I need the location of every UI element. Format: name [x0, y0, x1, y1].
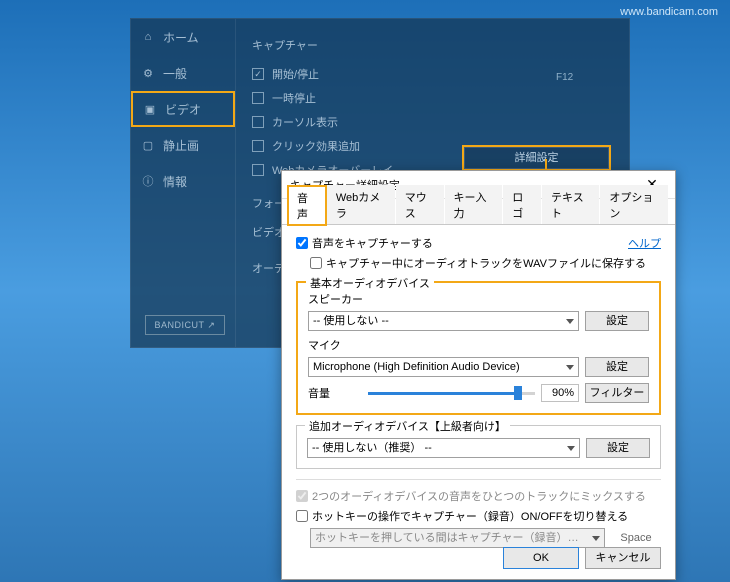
dialog-tabs: 音声 Webカメラ マウス キー入力 ロゴ テキスト オプション — [282, 201, 675, 225]
option-label: クリック効果追加 — [272, 138, 360, 154]
capture-audio-checkbox[interactable]: 音声をキャプチャーする — [296, 235, 661, 251]
hotkey-key-display: Space — [611, 532, 661, 544]
tab-mouse[interactable]: マウス — [396, 185, 444, 224]
capture-section-label: キャプチャー — [252, 37, 613, 53]
speaker-select[interactable]: -- 使用しない -- — [308, 311, 579, 331]
tab-webcam[interactable]: Webカメラ — [327, 185, 395, 224]
volume-label: 音量 — [308, 385, 362, 401]
mic-select[interactable]: Microphone (High Definition Audio Device… — [308, 357, 579, 377]
sidebar-item-home[interactable]: ⌂ ホーム — [131, 19, 235, 55]
additional-device-select[interactable]: -- 使用しない（推奨） -- — [307, 438, 580, 458]
mic-label: マイク — [308, 337, 649, 353]
gear-icon: ⚙ — [141, 66, 155, 80]
speaker-label: スピーカー — [308, 291, 649, 307]
option-label: カーソル表示 — [272, 114, 338, 130]
bandicut-link[interactable]: BANDICUT ↗ — [145, 315, 225, 335]
dialog-body: ヘルプ 音声をキャプチャーする キャプチャー中にオーディオトラックをWAVファイ… — [282, 225, 675, 556]
cancel-button[interactable]: キャンセル — [585, 547, 661, 569]
info-icon: ⓘ — [141, 174, 155, 188]
checkbox-label: ホットキーの操作でキャプチャー（録音）ON/OFFを切り替える — [312, 508, 628, 524]
tab-logo[interactable]: ロゴ — [503, 185, 541, 224]
sidebar-item-screenshot[interactable]: ▢ 静止画 — [131, 127, 235, 163]
sidebar-item-video[interactable]: ▣ ビデオ — [131, 91, 235, 127]
image-icon: ▢ — [141, 138, 155, 152]
volume-slider[interactable] — [368, 386, 535, 400]
sidebar: ⌂ ホーム ⚙ 一般 ▣ ビデオ ▢ 静止画 ⓘ 情報 BANDICUT ↗ — [131, 19, 236, 347]
checkbox-input[interactable] — [310, 257, 322, 269]
checkbox-icon: ✓ — [252, 68, 264, 80]
tab-keyinput[interactable]: キー入力 — [445, 185, 503, 224]
checkbox-icon — [252, 164, 264, 176]
checkbox-label: キャプチャー中にオーディオトラックをWAVファイルに保存する — [326, 255, 646, 271]
tab-option[interactable]: オプション — [600, 185, 668, 224]
hotkey-display: F12 — [556, 72, 573, 83]
checkbox-input[interactable] — [296, 237, 308, 249]
basic-audio-group: 基本オーディオデバイス スピーカー -- 使用しない -- 設定 マイク Mic… — [296, 281, 661, 415]
watermark: www.bandicam.com — [620, 6, 718, 18]
capture-option-pause[interactable]: 一時停止 — [252, 87, 613, 109]
filter-button[interactable]: フィルター — [585, 383, 649, 403]
advanced-settings-button[interactable]: 詳細設定 — [464, 147, 609, 169]
tab-text[interactable]: テキスト — [542, 185, 599, 224]
sidebar-item-label: ビデオ — [165, 101, 201, 118]
mic-settings-button[interactable]: 設定 — [585, 357, 649, 377]
option-label: 開始/停止 — [272, 66, 319, 82]
checkbox-icon — [252, 92, 264, 104]
sidebar-item-label: 一般 — [163, 65, 187, 82]
hotkey-toggle-checkbox[interactable]: ホットキーの操作でキャプチャー（録音）ON/OFFを切り替える — [296, 508, 661, 524]
option-label: 一時停止 — [272, 90, 316, 106]
sidebar-item-label: 静止画 — [163, 137, 199, 154]
checkbox-input[interactable] — [296, 490, 308, 502]
checkbox-icon — [252, 116, 264, 128]
mix-two-checkbox[interactable]: 2つのオーディオデバイスの音声をひとつのトラックにミックスする — [296, 488, 661, 504]
tab-audio[interactable]: 音声 — [288, 186, 326, 225]
checkbox-icon — [252, 140, 264, 152]
checkbox-input[interactable] — [296, 510, 308, 522]
video-icon: ▣ — [143, 102, 157, 116]
speaker-settings-button[interactable]: 設定 — [585, 311, 649, 331]
dialog-footer: OK キャンセル — [503, 547, 661, 569]
sidebar-item-label: 情報 — [163, 173, 187, 190]
hotkey-mode-select[interactable]: ホットキーを押している間はキャプチャー（録音）する — [310, 528, 605, 548]
group-legend: 追加オーディオデバイス【上級者向け】 — [305, 418, 510, 434]
additional-settings-button[interactable]: 設定 — [586, 438, 650, 458]
volume-value: 90% — [541, 384, 579, 402]
sidebar-item-general[interactable]: ⚙ 一般 — [131, 55, 235, 91]
group-legend: 基本オーディオデバイス — [306, 275, 434, 291]
save-wav-checkbox[interactable]: キャプチャー中にオーディオトラックをWAVファイルに保存する — [310, 255, 661, 271]
checkbox-label: 2つのオーディオデバイスの音声をひとつのトラックにミックスする — [312, 488, 646, 504]
sidebar-item-info[interactable]: ⓘ 情報 — [131, 163, 235, 199]
additional-audio-group: 追加オーディオデバイス【上級者向け】 -- 使用しない（推奨） -- 設定 — [296, 425, 661, 469]
ok-button[interactable]: OK — [503, 547, 579, 569]
help-link[interactable]: ヘルプ — [628, 235, 661, 251]
capture-option-cursor[interactable]: カーソル表示 — [252, 111, 613, 133]
sidebar-item-label: ホーム — [163, 29, 199, 46]
checkbox-label: 音声をキャプチャーする — [312, 235, 433, 251]
home-icon: ⌂ — [141, 30, 155, 44]
capture-advanced-dialog: キャプチャー詳細設定 ✕ 音声 Webカメラ マウス キー入力 ロゴ テキスト … — [281, 170, 676, 580]
